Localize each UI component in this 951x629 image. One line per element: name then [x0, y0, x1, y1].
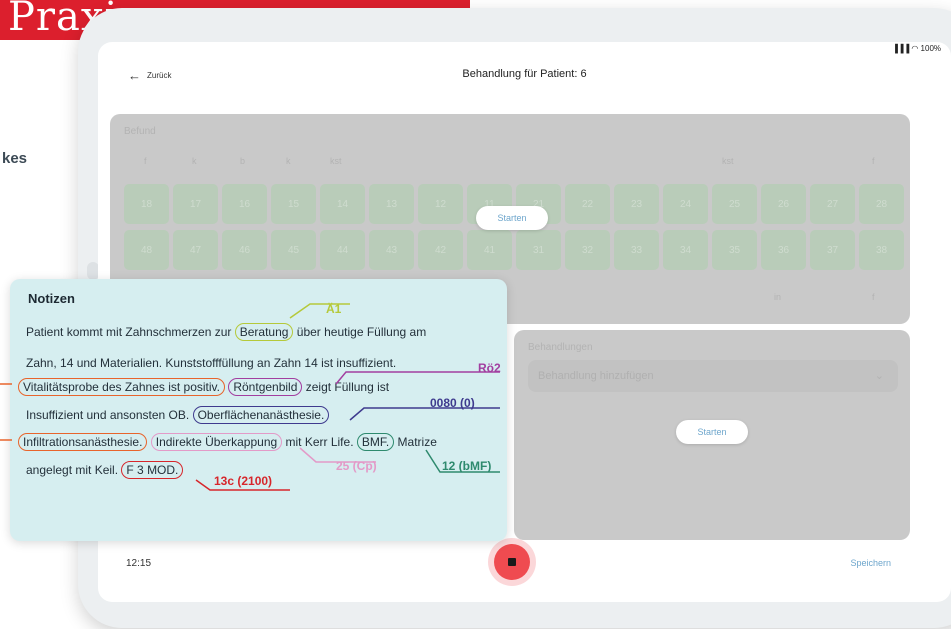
tooth-cell[interactable]: 24	[663, 184, 708, 224]
behandlung-placeholder: Behandlung hinzufügen	[538, 370, 654, 382]
tooth-cell[interactable]: 26	[761, 184, 806, 224]
billing-code-13c: 13c (2100)	[214, 474, 273, 488]
billing-code-0080: 0080 (0)	[430, 396, 475, 410]
tooth-cell[interactable]: 35	[712, 230, 757, 270]
tooth-cell[interactable]: 44	[320, 230, 365, 270]
tooth-cell[interactable]: 48	[124, 230, 169, 270]
tooth-cell[interactable]: 31	[516, 230, 561, 270]
tooth-cell[interactable]: 32	[565, 230, 610, 270]
tooth-cell[interactable]: 46	[222, 230, 267, 270]
tooth-cell[interactable]: 34	[663, 230, 708, 270]
tooth-cell[interactable]: 17	[173, 184, 218, 224]
tooth-cell[interactable]: 45	[271, 230, 316, 270]
tooth-cell[interactable]: 41	[467, 230, 512, 270]
notes-title: Notizen	[28, 291, 75, 306]
notes-text: über heutige Füllung am	[293, 325, 427, 339]
status-bar: ▐▐▐ ◠ 100%	[892, 44, 941, 53]
tooth-cell[interactable]: 28	[859, 184, 904, 224]
billing-code-a1: Ä1	[326, 302, 342, 316]
side-text-fragment: kes	[2, 150, 28, 167]
code-box-bmf[interactable]: BMF.	[356, 433, 395, 451]
befund-header: f	[144, 156, 147, 166]
save-button[interactable]: Speichern	[850, 558, 891, 568]
chevron-down-icon: ⌄	[874, 370, 884, 382]
tooth-cell[interactable]: 42	[418, 230, 463, 270]
tooth-cell[interactable]: 37	[810, 230, 855, 270]
tooth-cell[interactable]: 14	[320, 184, 365, 224]
notes-line-3: Vitalitätsprobe des Zahnes ist positiv. …	[18, 378, 389, 396]
notes-line-5: Infiltrationsanästhesie. Indirekte Überk…	[18, 433, 437, 451]
tooth-cell[interactable]: 38	[859, 230, 904, 270]
code-box-roentgen[interactable]: Röntgenbild	[228, 378, 303, 396]
befund-label: Befund	[124, 126, 156, 137]
tooth-cell[interactable]: 43	[369, 230, 414, 270]
behandlung-hinzufuegen-select[interactable]: Behandlung hinzufügen ⌄	[528, 360, 898, 392]
record-stop-button[interactable]	[494, 544, 530, 580]
notes-text: Insuffizient und ansonsten OB.	[26, 408, 193, 422]
tooth-cell[interactable]: 15	[271, 184, 316, 224]
tooth-cell[interactable]: 33	[614, 230, 659, 270]
befund-header: k	[192, 156, 197, 166]
befund-start-button[interactable]: Starten	[476, 206, 548, 230]
session-time: 12:15	[126, 558, 152, 569]
tooth-cell[interactable]: 16	[222, 184, 267, 224]
notes-line-1: Patient kommt mit Zahnschmerzen zur Bera…	[26, 323, 426, 341]
tooth-cell[interactable]: 23	[614, 184, 659, 224]
notes-text: Patient kommt mit Zahnschmerzen zur	[26, 325, 235, 339]
behandlungen-start-button[interactable]: Starten	[676, 420, 748, 444]
behandlungen-panel: Behandlungen Behandlung hinzufügen ⌄ Sta…	[514, 330, 910, 540]
tooth-cell[interactable]: 22	[565, 184, 610, 224]
stop-icon	[508, 558, 516, 566]
befund-header: b	[240, 156, 246, 166]
notes-text: mit Kerr Life.	[282, 435, 357, 449]
code-box-fmod[interactable]: F 3 MOD.	[121, 461, 184, 479]
notes-line-6: angelegt mit Keil. F 3 MOD.	[26, 461, 184, 479]
billing-code-12: 12 (bMF)	[442, 459, 492, 473]
behandlungen-label: Behandlungen	[528, 342, 593, 353]
befund-bottom-label: f	[872, 292, 875, 302]
billing-code-ro2: Rö2	[478, 361, 501, 375]
befund-header: k	[286, 156, 291, 166]
tooth-cell[interactable]: 36	[761, 230, 806, 270]
billing-code-25: 25 (Cp)	[336, 459, 377, 473]
code-box-infiltration[interactable]: Infiltrationsanästhesie.	[18, 433, 148, 451]
stage: Praxisprozesse kes ▐▐▐ ◠ 100% ←Zurück Be…	[0, 0, 951, 629]
tooth-cell[interactable]: 18	[124, 184, 169, 224]
code-box-ueberkappung[interactable]: Indirekte Überkappung	[150, 433, 283, 451]
tooth-cell[interactable]: 25	[712, 184, 757, 224]
tooth-cell[interactable]: 13	[369, 184, 414, 224]
befund-header: kst	[330, 156, 342, 166]
page-title: Behandlung für Patient: 6	[462, 68, 587, 80]
tooth-cell[interactable]: 27	[810, 184, 855, 224]
code-box-oberflaeche[interactable]: Oberflächenanästhesie.	[192, 406, 330, 424]
tooth-cell[interactable]: 47	[173, 230, 218, 270]
notes-text: zeigt Füllung ist	[302, 380, 390, 394]
lower-teeth-row: 48 47 46 45 44 43 42 41 31 32 33 34 35 36 37 38	[124, 230, 904, 270]
notes-line-4: Insuffizient und ansonsten OB. Oberfläch…	[26, 406, 330, 424]
notes-line-2: Zahn, 14 und Materialien. Kunststofffüll…	[26, 356, 397, 370]
notes-text: Matrize	[394, 435, 437, 449]
notes-card: Notizen Patient kommt mit Zahnschmerzen …	[10, 279, 507, 541]
code-box-beratung[interactable]: Beratung	[234, 323, 294, 341]
befund-bottom-label: in	[774, 292, 782, 302]
befund-header: f	[872, 156, 875, 166]
code-box-vitalitaet[interactable]: Vitalitätsprobe des Zahnes ist positiv.	[18, 378, 225, 396]
notes-text: angelegt mit Keil.	[26, 463, 122, 477]
tooth-cell[interactable]: 12	[418, 184, 463, 224]
befund-header: kst	[722, 156, 734, 166]
